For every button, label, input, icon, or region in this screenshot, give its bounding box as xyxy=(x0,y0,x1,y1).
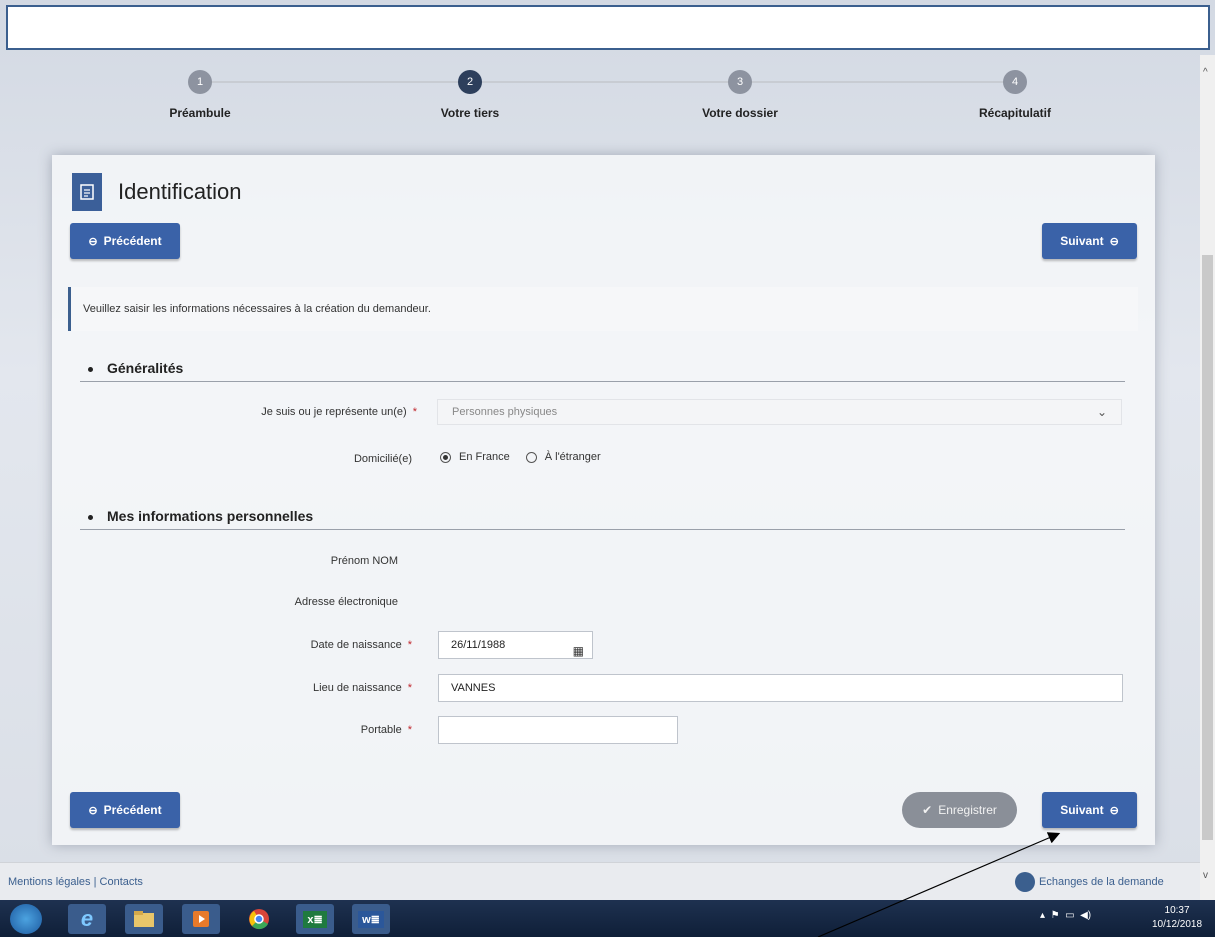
phone-input[interactable] xyxy=(438,716,678,744)
browser-address-bar[interactable] xyxy=(6,5,1210,50)
scroll-down-icon[interactable]: v xyxy=(1203,870,1208,881)
type-select-value: Personnes physiques xyxy=(452,406,558,418)
birthplace-label: Lieu de naissance * xyxy=(162,682,412,694)
required-mark: * xyxy=(407,724,412,736)
step-votre-tiers[interactable]: 2 Votre tiers xyxy=(390,70,550,120)
radio-label-etranger[interactable]: À l'étranger xyxy=(545,451,601,463)
excel-icon[interactable]: x≣ xyxy=(296,904,334,934)
step-label: Récapitulatif xyxy=(978,106,1051,120)
page-footer: Mentions légales | Contacts Echanges de … xyxy=(0,862,1200,900)
stepper-line xyxy=(200,81,1015,83)
required-mark: * xyxy=(412,406,417,418)
birthdate-value: 26/11/1988 xyxy=(451,639,506,651)
radio-label-en-france[interactable]: En France xyxy=(459,451,510,463)
bullet-icon xyxy=(88,514,93,520)
exchanges-link[interactable]: Echanges de la demande xyxy=(1015,872,1164,892)
scrollbar[interactable]: ^ v xyxy=(1200,55,1215,900)
previous-button-bottom[interactable]: ⊖ Précédent xyxy=(70,792,180,828)
type-label: Je suis ou je représente un(e) * xyxy=(167,406,417,418)
arrow-left-circle-icon: ⊖ xyxy=(88,804,98,817)
domicile-radio-group: En France À l'étranger xyxy=(440,451,601,463)
info-message: Veuillez saisir les informations nécessa… xyxy=(68,287,1138,331)
previous-label: Précédent xyxy=(103,803,162,817)
progress-stepper: 1 Préambule 2 Votre tiers 3 Votre dossie… xyxy=(0,70,1200,130)
step-recapitulatif[interactable]: 4 Récapitulatif xyxy=(935,70,1095,120)
section-title: Généralités xyxy=(107,360,184,376)
section-divider xyxy=(80,529,1125,530)
save-label: Enregistrer xyxy=(938,803,997,817)
clock-date: 10/12/2018 xyxy=(1152,919,1203,930)
step-label: Votre tiers xyxy=(440,106,500,120)
section-divider xyxy=(80,381,1125,382)
section-title: Mes informations personnelles xyxy=(107,508,314,524)
taskbar-clock[interactable]: 10:37 10/12/2018 xyxy=(1152,904,1202,932)
card-header: Identification xyxy=(72,173,242,211)
birthdate-label: Date de naissance * xyxy=(162,639,412,651)
section-generalites: Généralités xyxy=(88,360,183,376)
required-mark: * xyxy=(407,682,412,694)
type-label-text: Je suis ou je représente un(e) xyxy=(261,406,407,418)
arrow-right-circle-icon: ⊖ xyxy=(1109,804,1119,817)
type-select[interactable]: Personnes physiques ⌄ xyxy=(437,399,1122,425)
word-icon[interactable]: w≣ xyxy=(352,904,390,934)
identification-card: Identification ⊖ Précédent Suivant ⊖ Veu… xyxy=(52,155,1155,845)
step-number: 2 xyxy=(458,70,482,94)
birthplace-label-text: Lieu de naissance xyxy=(313,682,402,694)
step-number: 3 xyxy=(728,70,752,94)
email-label: Adresse électronique xyxy=(294,596,398,608)
step-label: Préambule xyxy=(169,106,231,120)
page-title: Identification xyxy=(118,179,242,204)
media-player-icon[interactable] xyxy=(182,904,220,934)
next-label: Suivant xyxy=(1060,234,1104,248)
birthplace-input[interactable]: VANNES xyxy=(438,674,1123,702)
file-explorer-icon[interactable] xyxy=(125,904,163,934)
check-circle-icon: ✔ xyxy=(922,803,933,817)
scroll-up-icon[interactable]: ^ xyxy=(1203,67,1208,78)
document-icon xyxy=(72,173,102,211)
birthdate-label-text: Date de naissance xyxy=(310,639,402,651)
step-number: 1 xyxy=(188,70,212,94)
birthdate-input[interactable]: 26/11/1988 ▦ xyxy=(438,631,593,659)
radio-en-france[interactable] xyxy=(440,451,451,463)
system-tray-icons[interactable]: ▴ ⚑ ▭ ◀) xyxy=(1040,910,1091,921)
previous-button-top[interactable]: ⊖ Précédent xyxy=(70,223,180,259)
phone-label-text: Portable xyxy=(360,724,402,736)
clock-time: 10:37 xyxy=(1164,905,1190,916)
arrow-left-circle-icon: ⊖ xyxy=(88,235,98,248)
name-label: Prénom NOM xyxy=(330,555,398,567)
next-label: Suivant xyxy=(1060,803,1104,817)
step-number: 4 xyxy=(1003,70,1027,94)
step-votre-dossier[interactable]: 3 Votre dossier xyxy=(660,70,820,120)
scroll-thumb[interactable] xyxy=(1202,255,1213,840)
bullet-icon xyxy=(88,366,93,372)
next-button-top[interactable]: Suivant ⊖ xyxy=(1042,223,1137,259)
step-preambule[interactable]: 1 Préambule xyxy=(120,70,280,120)
chevron-down-icon: ⌄ xyxy=(1096,405,1107,419)
footer-links[interactable]: Mentions légales | Contacts xyxy=(8,876,143,888)
next-button-bottom[interactable]: Suivant ⊖ xyxy=(1042,792,1137,828)
internet-explorer-icon[interactable]: e xyxy=(68,904,106,934)
windows-taskbar: e x≣ w≣ ▴ ⚑ ▭ ◀) 10:37 10/12/2018 xyxy=(0,900,1215,937)
arrow-right-circle-icon: ⊖ xyxy=(1109,235,1119,248)
radio-etranger[interactable] xyxy=(525,451,537,463)
exchanges-label: Echanges de la demande xyxy=(1039,876,1164,888)
chat-icon xyxy=(1015,872,1035,892)
step-label: Votre dossier xyxy=(702,106,778,120)
section-personal-info: Mes informations personnelles xyxy=(88,508,313,524)
domicile-label: Domicilié(e) xyxy=(353,453,412,465)
birthplace-value: VANNES xyxy=(451,682,496,694)
save-button[interactable]: ✔ Enregistrer xyxy=(902,792,1017,828)
required-mark: * xyxy=(407,639,412,651)
calendar-icon[interactable]: ▦ xyxy=(573,638,584,664)
previous-label: Précédent xyxy=(103,234,162,248)
chrome-icon[interactable] xyxy=(240,904,278,934)
phone-label: Portable * xyxy=(162,724,412,736)
start-button-icon[interactable] xyxy=(10,904,42,934)
